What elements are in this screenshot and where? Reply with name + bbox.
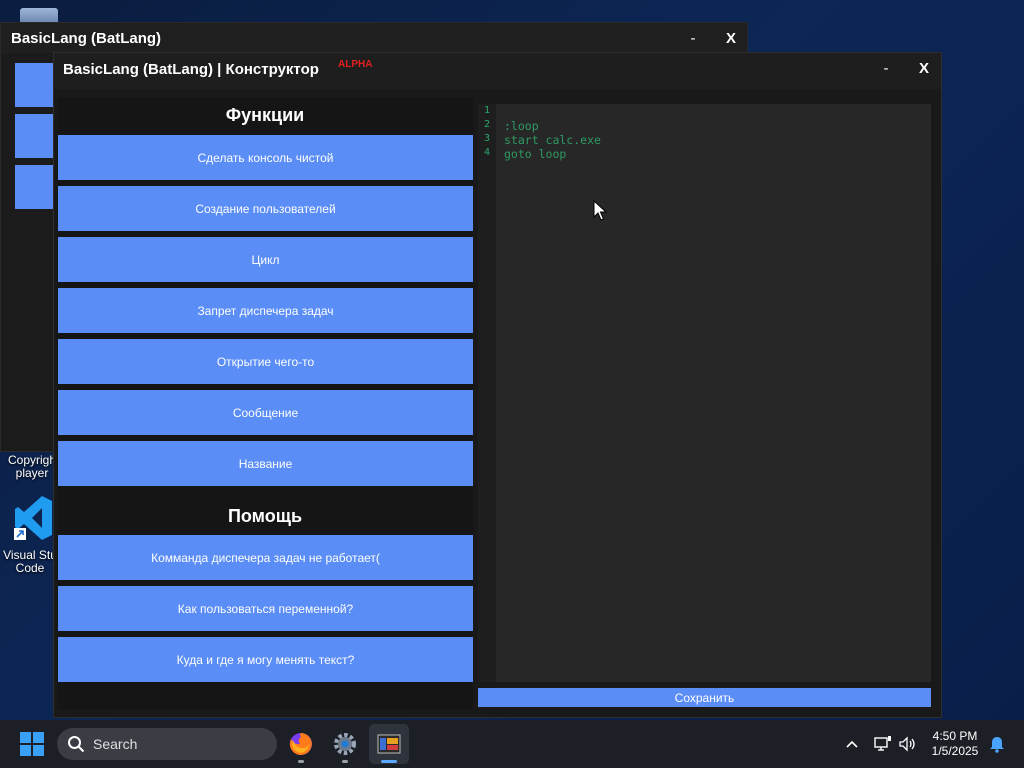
constructor-minimize-button[interactable]: - xyxy=(874,53,898,83)
functions-heading: Функции xyxy=(225,105,305,125)
back-window-side-button-3[interactable] xyxy=(15,165,53,209)
line-number: 2 xyxy=(484,119,491,130)
network-icon[interactable] xyxy=(873,734,893,754)
app-running-indicator xyxy=(298,760,304,763)
code-line: start calc.exe xyxy=(504,133,601,147)
alpha-badge: ALPHA xyxy=(338,59,373,70)
taskbar-clock[interactable]: 4:50 PM 1/5/2025 xyxy=(920,729,990,759)
function-button-loop[interactable]: Цикл xyxy=(58,237,473,282)
function-button-title[interactable]: Название xyxy=(58,441,473,486)
notification-bell-icon[interactable] xyxy=(987,734,1007,754)
function-button-create-users[interactable]: Создание пользователей xyxy=(58,186,473,231)
line-number: 4 xyxy=(484,147,491,158)
help-button-how-use-variable[interactable]: Как пользоваться переменной? xyxy=(58,586,473,631)
back-window-close-button[interactable]: X xyxy=(719,23,743,53)
function-button-open-something[interactable]: Открытие чего-то xyxy=(58,339,473,384)
clock-time: 4:50 PM xyxy=(932,729,978,743)
app-active-indicator xyxy=(381,760,397,763)
line-number: 3 xyxy=(484,133,491,144)
function-button-clear-console[interactable]: Сделать консоль чистой xyxy=(58,135,473,180)
clock-date: 1/5/2025 xyxy=(931,744,979,758)
save-button[interactable]: Сохранить xyxy=(478,688,931,707)
help-heading: Помощь xyxy=(227,506,303,526)
taskbar-app-firefox[interactable] xyxy=(281,724,321,764)
vscode-icon[interactable] xyxy=(14,494,54,542)
desktop-icon-copyright-label[interactable]: Copyrigh player xyxy=(8,454,56,480)
desktop-icon-vscode-label[interactable]: Visual Stu Code xyxy=(2,549,58,575)
search-icon xyxy=(68,736,85,753)
constructor-titlebar[interactable]: BasicLang (BatLang) | Конструктор ALPHA xyxy=(54,53,941,89)
function-button-disable-taskmgr[interactable]: Запрет диспечера задач xyxy=(58,288,473,333)
search-placeholder: Search xyxy=(93,736,138,752)
constructor-title: BasicLang (BatLang) | Конструктор xyxy=(63,61,319,78)
back-window-title: BasicLang (BatLang) xyxy=(11,29,162,47)
code-line: :loop xyxy=(504,119,539,133)
line-number: 1 xyxy=(484,105,491,116)
firefox-icon xyxy=(289,733,312,755)
code-editor[interactable]: 1 2 3 4 :loop start calc.exe goto loop xyxy=(478,104,931,682)
taskbar-app-batlang[interactable] xyxy=(369,724,409,764)
back-window-side-button-1[interactable] xyxy=(15,63,53,107)
settings-gear-icon xyxy=(334,733,356,755)
help-button-taskmgr-not-working[interactable]: Комманда диспечера задач не работает( xyxy=(58,535,473,580)
help-button-where-change-text[interactable]: Куда и где я могу менять текст? xyxy=(58,637,473,682)
function-button-message[interactable]: Сообщение xyxy=(58,390,473,435)
mouse-cursor-icon xyxy=(593,200,607,221)
volume-icon[interactable] xyxy=(897,734,917,754)
batlang-app-icon xyxy=(377,734,401,754)
taskbar: Search 4:50 PM 1/5/2025 xyxy=(0,720,1024,768)
line-number-gutter xyxy=(478,104,496,682)
app-running-indicator xyxy=(342,760,348,763)
windows-start-icon[interactable] xyxy=(20,732,44,756)
constructor-window: BasicLang (BatLang) | Конструктор ALPHA … xyxy=(53,52,942,718)
taskbar-app-settings[interactable] xyxy=(325,724,365,764)
back-window-minimize-button[interactable]: - xyxy=(681,23,705,53)
back-window-titlebar[interactable]: BasicLang (BatLang) xyxy=(1,23,747,53)
back-window-side-button-2[interactable] xyxy=(15,114,53,158)
taskbar-search-box[interactable]: Search xyxy=(57,728,277,760)
constructor-close-button[interactable]: X xyxy=(912,53,936,83)
chevron-up-icon[interactable] xyxy=(842,734,862,754)
code-line: goto loop xyxy=(504,147,567,161)
